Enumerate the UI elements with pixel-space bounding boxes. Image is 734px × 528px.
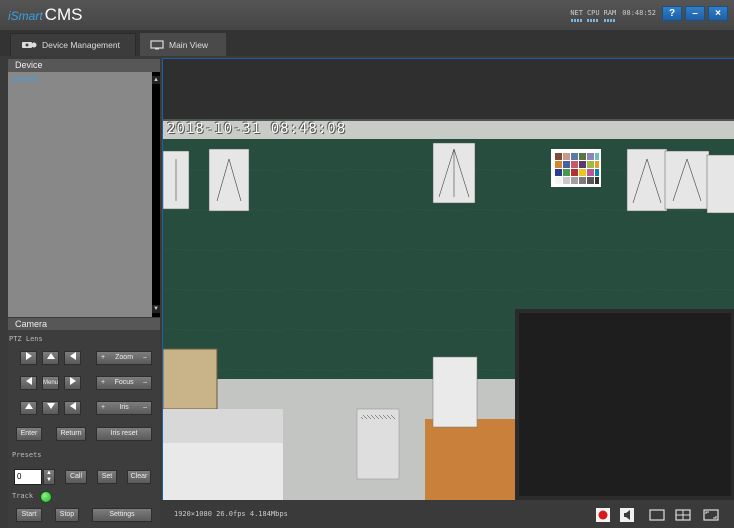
focus-near-button[interactable]: + [101,377,105,389]
zoom-label: Zoom [115,354,134,361]
ptz-left-button[interactable] [20,376,37,390]
fullscreen-button[interactable] [702,508,720,522]
preset-clear-button[interactable]: Clear [127,470,151,484]
ptz-right-button[interactable] [64,376,81,390]
title-bar: iSmart CMS NET CPU RAM 08:48:52 ? – × [0,0,734,30]
ptz-menu-button[interactable]: Menu [42,376,59,390]
track-stop-button[interactable]: Stop [55,508,79,522]
presets-label: Presets [12,451,42,459]
tab-main-view[interactable]: Main View [140,33,226,56]
preset-call-button[interactable]: Call [65,470,87,484]
app-title: CMS [44,5,83,24]
focus-control: + Focus – [96,376,152,390]
arrow-left-icon [69,352,76,361]
iris-close-button[interactable]: – [143,402,147,414]
audio-button[interactable] [618,508,636,522]
focus-far-button[interactable]: – [143,377,147,389]
preset-set-button[interactable]: Set [97,470,117,484]
close-button[interactable]: × [708,6,728,21]
ptz-left-button[interactable] [64,401,81,415]
iris-reset-button[interactable]: Iris reset [96,427,152,441]
track-status-indicator [40,491,52,503]
quad-layout-icon [675,509,691,521]
single-layout-icon [649,509,665,521]
arrow-left-icon [25,377,32,386]
system-clock: 08:48:52 [622,9,656,17]
minimize-button[interactable]: – [685,6,705,21]
fullscreen-icon [703,509,719,521]
preset-number-field[interactable]: 0 [14,469,42,485]
main-view-icon [150,39,164,50]
device-management-icon [21,40,37,50]
scroll-up-icon[interactable]: ▲ [152,76,160,84]
zoom-out-button[interactable]: – [143,352,147,364]
ptz-left-button[interactable] [64,351,81,365]
device-tree[interactable]: ⊟ DVS ▲ ▼ [8,72,160,317]
ptz-up-button[interactable] [42,351,59,365]
tab-device-management[interactable]: Device Management [10,33,136,56]
iris-control: + Iris – [96,401,152,415]
arrow-up-icon [24,403,33,410]
ptz-down-button[interactable] [42,401,59,415]
stream-info: 1920×1080 26.0fps 4.184Mbps [174,510,288,518]
arrow-left-icon [69,402,76,411]
tree-item-dvs[interactable]: ⊟ DVS [13,75,38,84]
speaker-icon [620,508,634,522]
video-view[interactable]: 2018-10-31 08:48:08 [162,58,734,500]
tab-label: Device Management [42,40,120,50]
video-status-bar: 1920×1080 26.0fps 4.184Mbps [162,500,734,528]
ptz-up-button[interactable] [20,401,37,415]
zoom-in-button[interactable]: + [101,352,105,364]
device-panel-heading: Device [8,59,160,72]
ptz-lens-label: PTZ Lens [9,335,43,343]
track-label: Track [12,492,34,500]
preset-stepper[interactable]: ▲ ▼ [43,469,55,485]
tab-bar: Device Management Main View [0,30,734,56]
arrow-right-icon [69,377,76,386]
arrow-down-icon [46,403,55,410]
video-timestamp: 2018-10-31 08:48:08 [167,121,347,137]
iris-open-button[interactable]: + [101,402,105,414]
net-label: NET [570,9,583,17]
return-button[interactable]: Return [56,427,86,441]
record-icon [596,508,610,522]
zoom-control: + Zoom – [96,351,152,365]
tree-item-label: DVS [21,75,39,84]
record-button[interactable] [594,508,612,522]
help-button[interactable]: ? [662,6,682,21]
arrow-up-icon [46,353,55,360]
arrow-right-icon [25,352,32,361]
brand-name: iSmart [8,9,43,23]
camera-feed [163,119,734,500]
device-scrollbar[interactable]: ▲ ▼ [152,72,160,317]
cpu-label: CPU [586,9,600,17]
enter-button[interactable]: Enter [16,427,42,441]
quad-view-button[interactable] [674,508,692,522]
tab-label: Main View [169,39,209,50]
single-view-button[interactable] [648,508,666,522]
track-settings-button[interactable]: Settings [92,508,152,522]
iris-label: Iris [119,404,129,411]
track-start-button[interactable]: Start [16,508,42,522]
app-logo: iSmart CMS [8,5,82,25]
ram-label: RAM [603,9,617,17]
system-monitor: NET CPU RAM 08:48:52 [570,9,656,22]
focus-label: Focus [114,379,134,386]
scroll-down-icon[interactable]: ▼ [152,305,160,313]
ptz-right-button[interactable] [20,351,37,365]
